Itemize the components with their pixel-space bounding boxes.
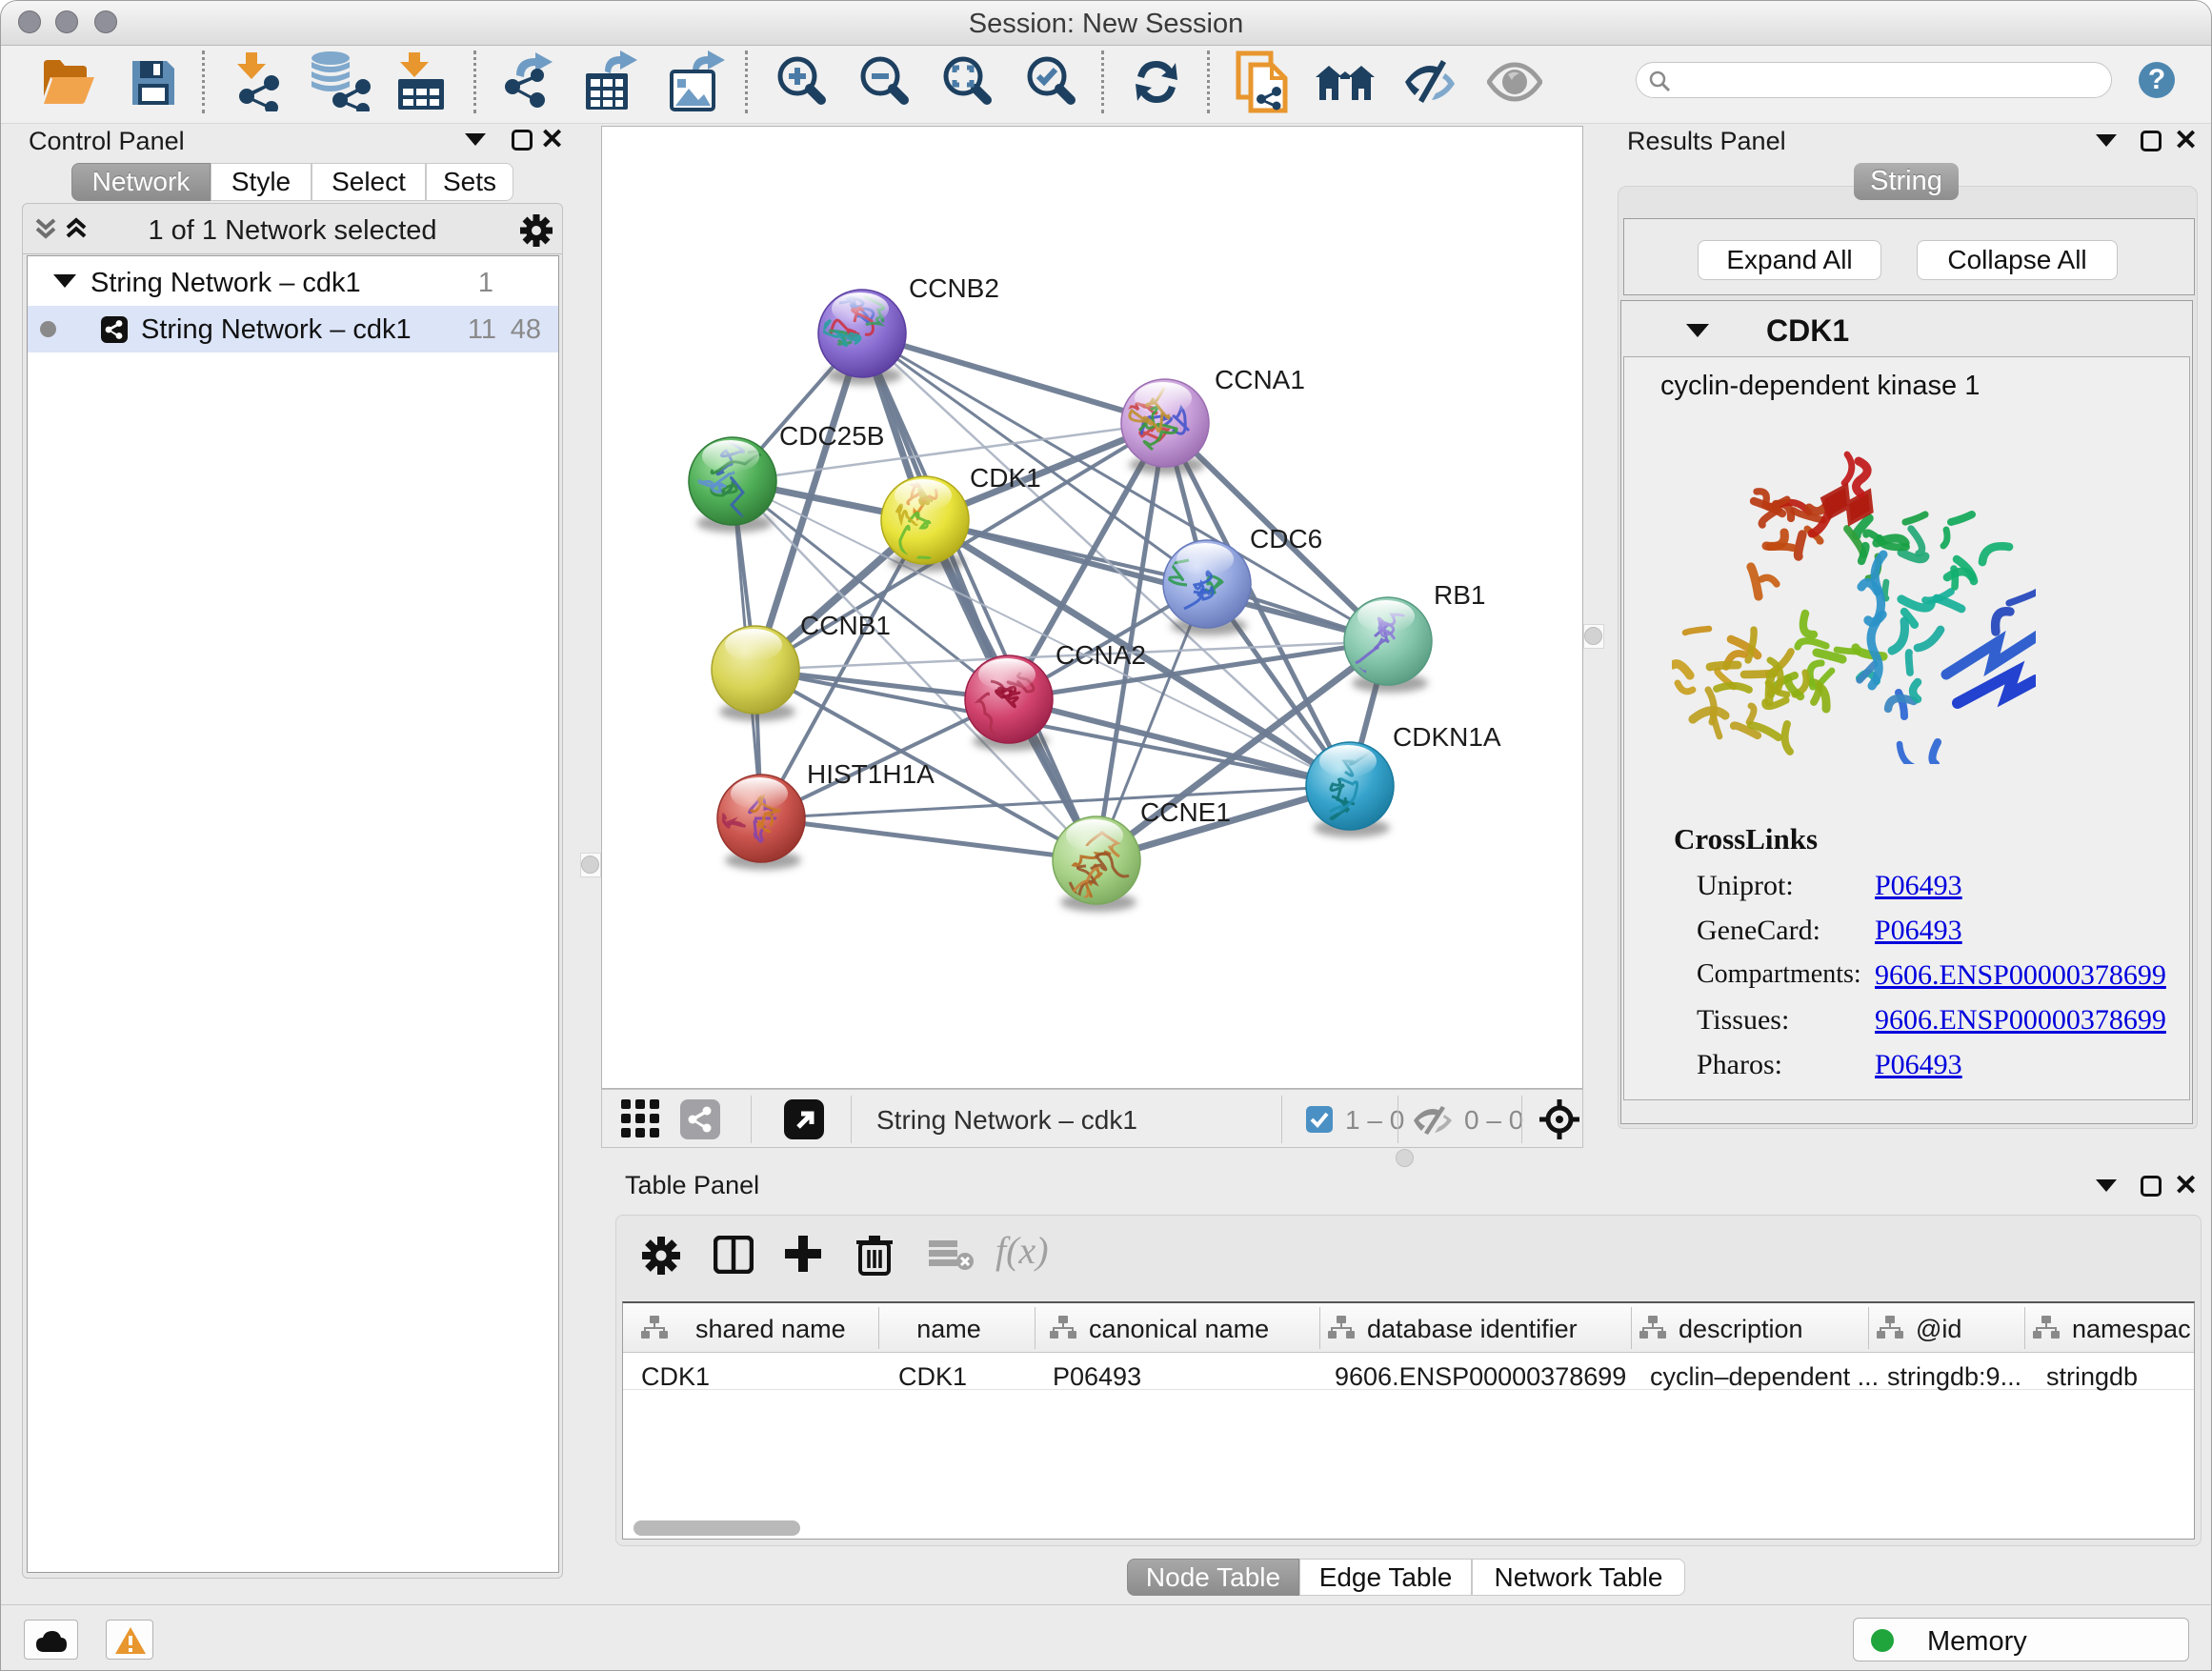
svg-text:CCNA2: CCNA2 xyxy=(1056,640,1146,670)
svg-text:RB1: RB1 xyxy=(1434,580,1485,610)
svg-text:CDC6: CDC6 xyxy=(1250,524,1322,554)
svg-text:CCNE1: CCNE1 xyxy=(1140,797,1231,827)
svg-text:CDK1: CDK1 xyxy=(970,463,1041,493)
svg-text:CCNB1: CCNB1 xyxy=(800,611,891,640)
svg-text:CDKN1A: CDKN1A xyxy=(1393,722,1501,752)
svg-text:CCNA1: CCNA1 xyxy=(1215,365,1305,394)
svg-text:HIST1H1A: HIST1H1A xyxy=(807,759,935,789)
svg-text:CCNB2: CCNB2 xyxy=(909,273,999,303)
svg-text:CDC25B: CDC25B xyxy=(779,421,884,451)
